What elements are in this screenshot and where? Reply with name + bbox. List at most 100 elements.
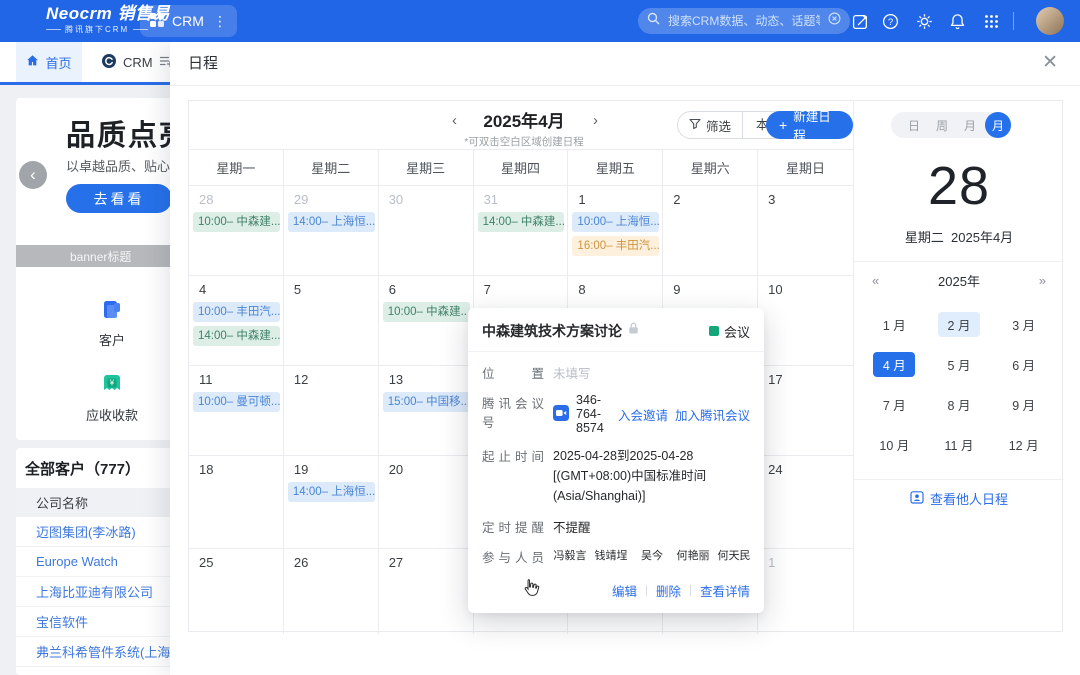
calendar-event[interactable]: 10:00– 丰田汽... [193, 302, 280, 322]
calendar-day-cell[interactable]: 20 [379, 456, 474, 549]
apps-grid-icon[interactable] [982, 12, 1000, 30]
shortcut-receivables[interactable]: ¥ 应收收款 [82, 371, 142, 424]
prev-year-arrow[interactable]: « [872, 273, 879, 288]
next-year-arrow[interactable]: » [1039, 273, 1046, 288]
view-detail-link[interactable]: 查看详情 [700, 581, 750, 600]
view-option-selected[interactable]: 月 [985, 112, 1011, 138]
edit-link[interactable]: 编辑 [612, 581, 637, 600]
lock-icon [628, 322, 639, 340]
delete-link[interactable]: 删除 [656, 581, 681, 600]
join-meeting-link[interactable]: 加入腾讯会议 [675, 405, 750, 424]
home-icon [26, 54, 39, 70]
view-option-month[interactable]: 月 [957, 117, 983, 134]
tab-home[interactable]: 首页 [16, 42, 82, 82]
view-others-link[interactable]: 查看他人日程 [854, 480, 1064, 516]
kebab-menu-icon[interactable]: ⋮ [213, 13, 227, 30]
calendar-event[interactable]: 14:00– 上海恒... [288, 482, 375, 502]
help-icon[interactable]: ? [881, 12, 899, 30]
global-search[interactable] [638, 8, 850, 34]
invite-link[interactable]: 入会邀请 [618, 405, 668, 424]
calendar-day-cell[interactable]: 17 [758, 366, 853, 456]
settings-gear-icon[interactable] [915, 12, 933, 30]
view-option-day[interactable]: 日 [901, 117, 927, 134]
calendar-day-cell[interactable]: 28 10:00– 中森建... [189, 186, 284, 276]
month-cell[interactable]: 11 月 [938, 432, 980, 457]
next-month-arrow[interactable]: › [593, 112, 598, 129]
calendar-day-cell[interactable]: 30 [379, 186, 474, 276]
calendar-day-cell[interactable]: 2 [663, 186, 758, 276]
close-icon[interactable]: ✕ [1042, 51, 1058, 75]
month-cell[interactable]: 5 月 [938, 352, 980, 377]
field-participants: 参与人员 冯毅言 钱靖埕 吴今 何艳丽 何天民 [482, 547, 750, 566]
calendar-event[interactable]: 14:00– 中森建... [193, 326, 280, 346]
calendar-day-cell[interactable]: 26 [284, 549, 379, 634]
field-value: 2025-04-28到2025-04-28 [(GMT+08:00)中国标准时间… [553, 446, 750, 506]
tab-home-label: 首页 [45, 53, 71, 72]
compose-note-icon[interactable] [851, 12, 869, 30]
selected-date-line: 星期二 2025年4月 [854, 227, 1064, 246]
day-number: 30 [389, 192, 473, 207]
calendar-day-cell[interactable]: 31 14:00– 中森建... [474, 186, 569, 276]
calendar-day-cell[interactable]: 2914:00– 上海恒... [284, 186, 379, 276]
calendar-day-cell[interactable]: 1315:00– 中国移... [379, 366, 474, 456]
calendar-day-cell[interactable]: 12 [284, 366, 379, 456]
weekday-label: 星期日 [758, 150, 853, 186]
calendar-day-cell[interactable]: 1 10:00– 上海恒... 16:00– 丰田汽... [568, 186, 663, 276]
calendar-day-cell[interactable]: 25 [189, 549, 284, 634]
calendar-day-cell[interactable]: 24 [758, 456, 853, 549]
field-label: 起止时间 [482, 446, 544, 465]
calendar-event[interactable]: 16:00– 丰田汽... [572, 236, 659, 256]
calendar-day-cell[interactable]: 18 [189, 456, 284, 549]
search-clear-icon[interactable] [828, 12, 841, 30]
calendar-day-cell[interactable]: 410:00– 丰田汽...14:00– 中森建... [189, 276, 284, 366]
calendar-day-cell[interactable]: 27 [379, 549, 474, 634]
calendar-day-cell[interactable]: 1914:00– 上海恒... [284, 456, 379, 549]
new-event-button[interactable]: + 新建日程 [766, 111, 853, 139]
day-number: 1 [578, 192, 662, 207]
month-cell[interactable]: 10 月 [873, 432, 915, 457]
topbar: Neocrm 销售易 腾讯旗下CRM CRM ⋮ ? [0, 0, 1080, 42]
field-label: 定时提醒 [482, 517, 544, 536]
calendar-day-cell[interactable]: 10 [758, 276, 853, 366]
search-input[interactable] [666, 13, 822, 29]
calendar-day-cell[interactable]: 1 [758, 549, 853, 634]
app-switcher-button[interactable]: CRM ⋮ [140, 5, 237, 37]
calendar-day-cell[interactable]: 3 [758, 186, 853, 276]
month-cell[interactable]: 12 月 [1003, 432, 1045, 457]
view-option-week[interactable]: 周 [929, 117, 955, 134]
notifications-bell-icon[interactable] [948, 12, 966, 30]
month-cell-selected[interactable]: 4 月 [873, 352, 915, 377]
participant-list: 冯毅言 钱靖埕 吴今 何艳丽 何天民 [553, 547, 751, 563]
day-number: 9 [673, 282, 757, 297]
banner-cta-button[interactable]: 去看看 [66, 184, 172, 213]
calendar-event[interactable]: 10:00– 曼可顿... [193, 392, 280, 412]
calendar-event[interactable]: 14:00– 中森建... [478, 212, 565, 232]
day-number: 28 [199, 192, 283, 207]
month-cell[interactable]: 3 月 [1003, 312, 1045, 337]
filter-button[interactable]: 筛选 [678, 116, 742, 135]
month-cell[interactable]: 7 月 [873, 392, 915, 417]
calendar-day-cell[interactable]: 610:00– 中森建... [379, 276, 474, 366]
month-cell-current[interactable]: 2 月 [938, 312, 980, 337]
participant-name: 冯毅言 [554, 550, 587, 562]
month-cell[interactable]: 1 月 [873, 312, 915, 337]
month-cell[interactable]: 8 月 [938, 392, 980, 417]
shortcut-customers[interactable]: 客户 [82, 296, 142, 349]
calendar-day-cell[interactable]: 5 [284, 276, 379, 366]
calendar-event[interactable]: 10:00– 中森建... [383, 302, 470, 322]
month-cell[interactable]: 6 月 [1003, 352, 1045, 377]
banner-prev-arrow[interactable]: ‹ [19, 161, 47, 189]
day-number: 31 [484, 192, 568, 207]
calendar-event[interactable]: 10:00– 中森建... [193, 212, 280, 232]
event-type: 会议 [709, 322, 750, 341]
day-number: 17 [768, 372, 853, 387]
calendar-day-cell[interactable]: 1110:00– 曼可顿... [189, 366, 284, 456]
calendar-event[interactable]: 10:00– 上海恒... [572, 212, 659, 232]
plus-icon: + [779, 118, 787, 132]
calendar-event[interactable]: 14:00– 上海恒... [288, 212, 375, 232]
modal-header: 日程 ✕ [170, 42, 1080, 86]
field-label: 参与人员 [482, 547, 544, 566]
user-avatar[interactable] [1036, 7, 1064, 35]
calendar-event[interactable]: 15:00– 中国移... [383, 392, 470, 412]
month-cell[interactable]: 9 月 [1003, 392, 1045, 417]
